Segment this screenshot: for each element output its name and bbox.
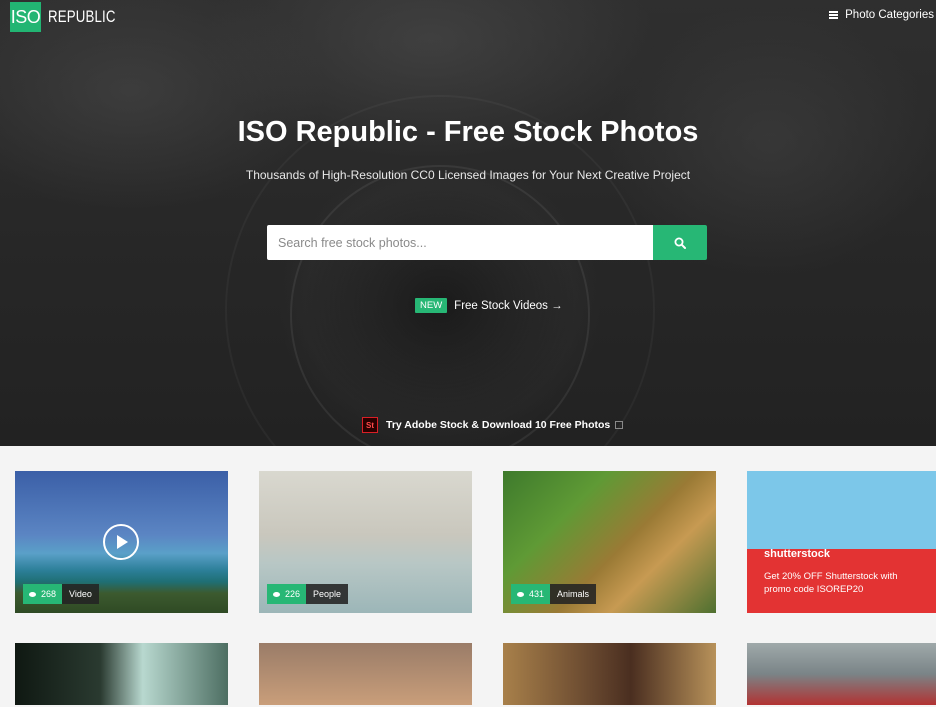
page-subtitle: Thousands of High-Resolution CC0 License…	[245, 168, 691, 182]
external-link-icon	[615, 421, 624, 429]
shutterstock-logo: shutterstock	[764, 548, 831, 560]
photo-categories-menu[interactable]: Photo Categories	[829, 9, 934, 21]
eye-icon	[273, 591, 280, 597]
view-count: 431	[529, 589, 545, 599]
photo-card[interactable]	[15, 643, 228, 705]
search-button[interactable]	[653, 225, 707, 260]
photo-card-people[interactable]: 226 People	[259, 471, 472, 613]
photo-card[interactable]	[259, 643, 472, 705]
hamburger-icon	[829, 11, 839, 19]
free-videos-label: Free Stock Videos →	[454, 299, 563, 312]
card-tag: 431 Animals	[511, 584, 597, 604]
photo-card-animals[interactable]: 431 Animals	[503, 471, 716, 613]
photo-grid: 268 Video 226 People 431 Animals shutter…	[0, 446, 936, 707]
category-label[interactable]: Animals	[550, 584, 597, 604]
site-logo[interactable]: ISO REPUBLIC	[10, 2, 135, 32]
shutterstock-promo-text: Get 20% OFF Shutterstock with promo code…	[764, 571, 898, 595]
new-badge: NEW	[415, 298, 448, 313]
adobe-stock-logo: St	[362, 417, 378, 433]
adobe-stock-promo[interactable]: St Try Adobe Stock & Download 10 Free Ph…	[362, 417, 624, 433]
eye-icon	[29, 591, 36, 597]
free-videos-link[interactable]: NEW Free Stock Videos →	[415, 298, 563, 313]
category-label[interactable]: People	[306, 584, 349, 604]
view-count: 226	[285, 589, 301, 599]
eye-icon	[517, 591, 524, 597]
photo-card[interactable]	[747, 643, 936, 705]
hero-section: ISO REPUBLIC Photo Categories ISO Republ…	[0, 0, 936, 446]
view-count: 268	[41, 589, 57, 599]
search-input[interactable]	[267, 225, 653, 260]
category-label[interactable]: Video	[62, 584, 99, 604]
card-tag: 268 Video	[23, 584, 99, 604]
adobe-promo-text: Try Adobe Stock & Download 10 Free Photo…	[386, 419, 611, 431]
card-tag: 226 People	[267, 584, 349, 604]
page-title: ISO Republic - Free Stock Photos	[237, 116, 699, 148]
shutterstock-ad-card[interactable]: shutterstock Get 20% OFF Shutterstock wi…	[747, 471, 936, 613]
photo-card-video[interactable]: 268 Video	[15, 471, 228, 613]
logo-wordmark: REPUBLIC	[48, 7, 116, 26]
search-bar	[267, 225, 707, 260]
logo-iso-mark: ISO	[10, 2, 41, 32]
photo-categories-label: Photo Categories	[845, 9, 934, 21]
search-icon	[674, 237, 686, 249]
photo-card[interactable]	[503, 643, 716, 705]
play-icon[interactable]	[103, 524, 139, 560]
